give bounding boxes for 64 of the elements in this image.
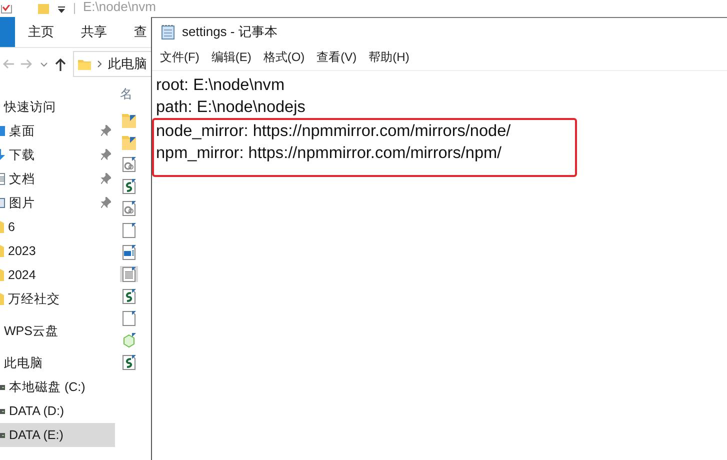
text-file-icon (122, 266, 136, 282)
dropdown-icon[interactable] (57, 5, 66, 14)
sidebar-item[interactable]: 桌面 (0, 119, 115, 143)
menu-item[interactable]: 帮助(H) (368, 49, 410, 66)
app-file-icon (122, 244, 136, 260)
file-row[interactable] (120, 200, 138, 216)
file-icon (122, 222, 136, 238)
chevron-right-icon (97, 60, 102, 68)
file-row[interactable] (120, 266, 138, 282)
sidebar-item[interactable]: WPS云盘 (0, 319, 115, 343)
column-header[interactable]: 名 (120, 80, 133, 108)
notepad-icon (161, 24, 176, 40)
sidebar-item[interactable]: 文档 (0, 167, 115, 191)
sidebar-item[interactable]: 2023 (0, 239, 115, 263)
pin-icon[interactable] (101, 197, 111, 208)
sidebar-item[interactable]: DATA (D:) (0, 399, 115, 423)
window-title: settings - 记事本 (182, 22, 278, 40)
ribbon-tab[interactable]: 查 (121, 23, 147, 41)
menu-item[interactable]: 编辑(E) (211, 49, 252, 66)
settings-file-icon (122, 200, 136, 216)
file-row[interactable] (120, 112, 138, 128)
sidebar-item[interactable]: 本地磁盘 (C:) (0, 375, 115, 399)
s-file-icon (122, 354, 136, 370)
file-row[interactable] (120, 354, 138, 370)
sidebar-item[interactable]: 6 (0, 215, 115, 239)
up-icon[interactable] (55, 58, 66, 70)
menu-item[interactable]: 文件(F) (160, 49, 200, 66)
text-line: npm_mirror: https://npmmirror.com/mirrors/npm/ (156, 143, 503, 164)
hexagon-icon (122, 332, 136, 348)
text-area[interactable]: root: E:\node\nvm path: E:\node\nodejs node_mirror: https://npmmirror.com/mirrors/node/ npm_mirror: https://npmmirror.com/mirrors/npm/ (152, 71, 727, 177)
sidebar-item[interactable]: 下载 (0, 143, 115, 167)
sidebar-item[interactable]: 快速访问 (0, 95, 115, 119)
pin-icon[interactable] (101, 173, 111, 184)
file-row[interactable] (120, 288, 138, 304)
s-file-icon (122, 288, 136, 304)
sidebar-item[interactable]: DATA (E:) (0, 423, 115, 447)
settings-file-icon (122, 156, 136, 172)
file-row[interactable] (120, 134, 138, 150)
ribbon-tab[interactable]: 共享 (68, 23, 120, 41)
menu-item[interactable]: 格式(O) (263, 49, 305, 66)
text-line: path: E:\node\nodejs (156, 97, 306, 118)
pin-icon[interactable] (101, 149, 111, 160)
sidebar-item[interactable]: 图片 (0, 191, 115, 215)
ribbon-tab[interactable]: 主页 (15, 23, 67, 41)
menu-item[interactable]: 查看(V) (316, 49, 357, 66)
folder-icon (78, 58, 91, 70)
s-file-icon (122, 178, 136, 194)
pin-icon[interactable] (101, 125, 111, 136)
sidebar-item[interactable]: 2024 (0, 263, 115, 287)
folder-icon (38, 4, 49, 14)
folder-icon (122, 112, 136, 128)
text-line: node_mirror: https://npmmirror.com/mirrors/node/ (156, 121, 512, 142)
folder-icon (122, 134, 136, 150)
chevron-down-icon[interactable] (40, 62, 48, 66)
file-row[interactable] (120, 156, 138, 172)
file-row[interactable] (120, 310, 138, 326)
file-icon (122, 310, 136, 326)
sidebar-item[interactable]: 此电脑 (0, 351, 115, 375)
file-row[interactable] (120, 222, 138, 238)
window-path: E:\node\nvm (83, 0, 156, 14)
text-line: root: E:\node\nvm (156, 75, 286, 96)
file-row[interactable] (120, 178, 138, 194)
sidebar-item[interactable]: 万经社交 (0, 287, 115, 311)
file-row[interactable] (120, 244, 138, 260)
